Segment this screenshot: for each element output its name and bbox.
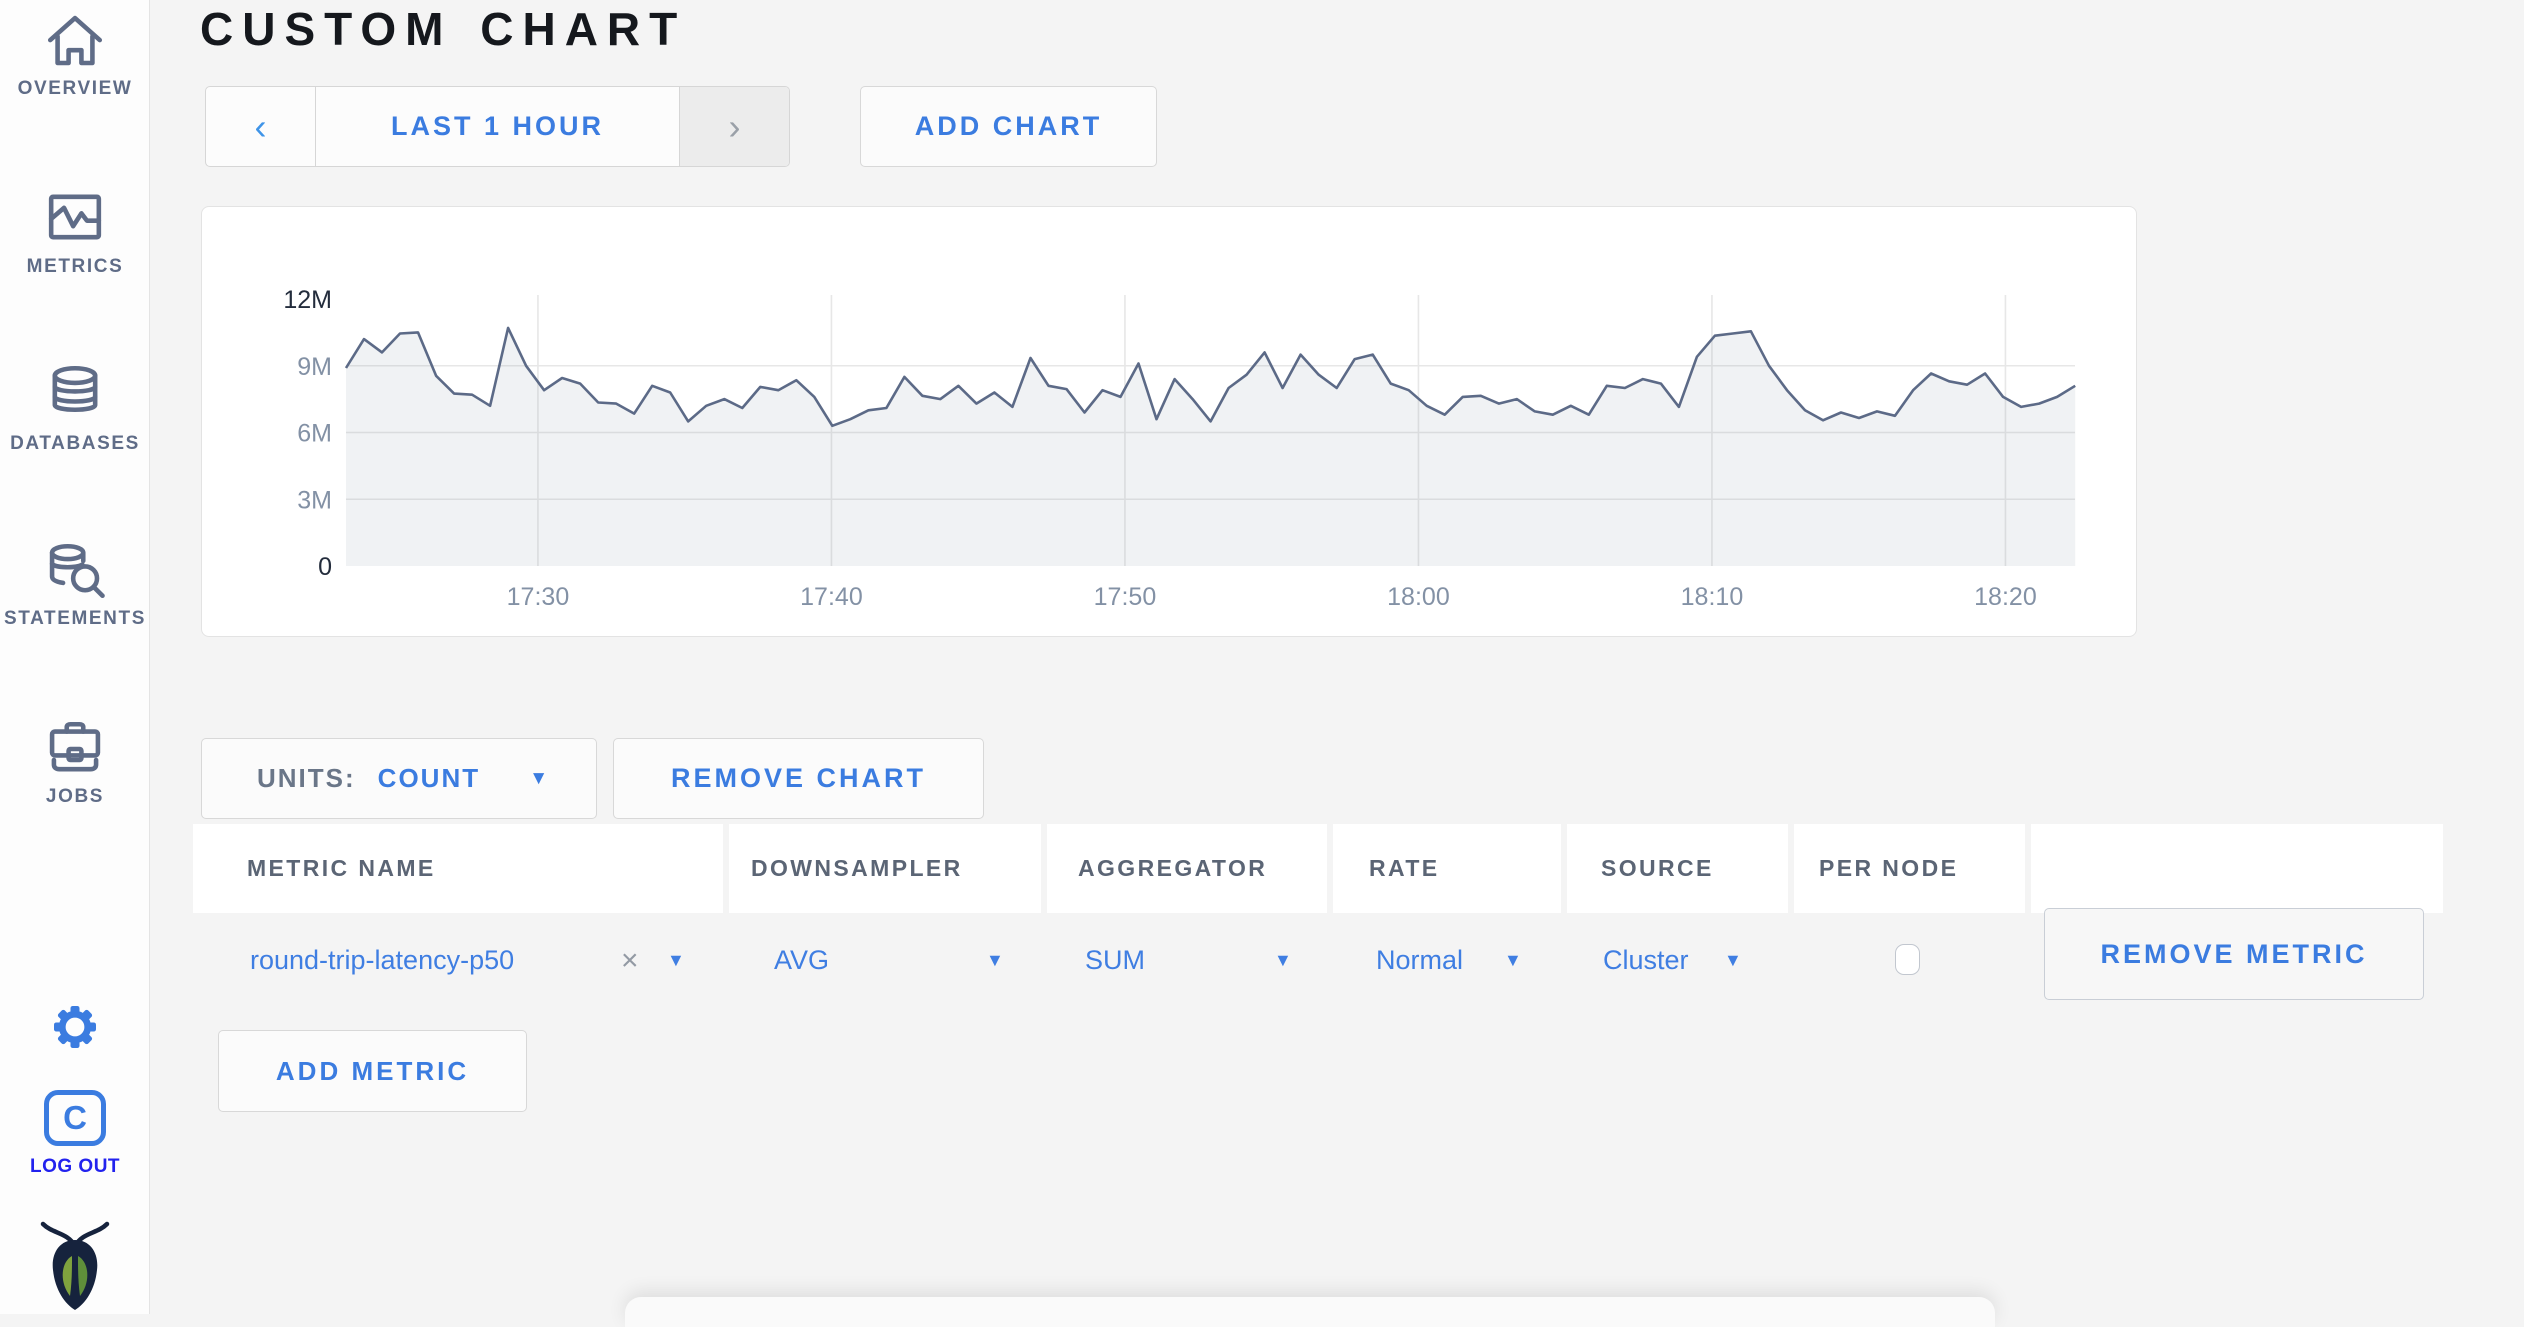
sidebar-label-overview[interactable]: OVERVIEW [0, 78, 150, 100]
logout-button[interactable]: LOG OUT [0, 1156, 150, 1178]
add-metric-button[interactable]: ADD METRIC [218, 1030, 527, 1112]
y-axis-tick-label: 12M [283, 286, 332, 314]
source-caret-icon[interactable]: ▼ [1724, 913, 1742, 1008]
sidebar-item-statements[interactable] [0, 538, 150, 604]
page-title: CUSTOM CHART [200, 3, 687, 55]
remove-metric-button[interactable]: REMOVE METRIC [2044, 908, 2424, 1000]
x-axis-tick-label: 17:40 [800, 583, 863, 611]
per-node-checkbox[interactable] [1895, 944, 1920, 975]
column-header-aggregator: AGGREGATOR [1047, 824, 1327, 913]
column-header-actions [2031, 824, 2443, 913]
custom-chart-canvas[interactable]: 0 3M 6M 9M 12M 17:30 17:40 17:50 18:00 18:10 18:20 [202, 207, 2136, 636]
time-range-dropdown[interactable]: LAST 1 HOUR [316, 87, 679, 166]
sidebar-label-statements[interactable]: STATEMENTS [0, 608, 150, 630]
x-axis-tick-label: 18:20 [1974, 583, 2037, 611]
y-axis-tick-label: 9M [297, 353, 332, 381]
sidebar-item-jobs[interactable] [0, 716, 150, 782]
bottom-sheet-shadow [625, 1297, 1995, 1327]
y-axis-tick-label: 0 [318, 553, 332, 581]
column-header-rate: RATE [1333, 824, 1561, 913]
sidebar: OVERVIEW METRICS DATABASES STATEMENTS JO… [0, 0, 150, 1314]
add-chart-button[interactable]: ADD CHART [860, 86, 1157, 167]
x-axis-tick-label: 18:10 [1681, 583, 1744, 611]
logo-letter: C [63, 1099, 87, 1136]
sidebar-label-jobs[interactable]: JOBS [0, 786, 150, 808]
metric-name-caret-icon[interactable]: ▼ [667, 913, 685, 1008]
metric-name-value[interactable]: round-trip-latency-p50 [250, 913, 514, 1008]
y-axis-tick-label: 3M [297, 486, 332, 514]
time-range-prev-button[interactable]: ‹ [206, 87, 316, 166]
settings-gear-icon[interactable] [48, 1000, 102, 1059]
column-header-metric-name: METRIC NAME [193, 824, 723, 913]
sidebar-label-metrics[interactable]: METRICS [0, 256, 150, 278]
time-range-next-button[interactable]: › [679, 87, 789, 166]
clear-metric-icon[interactable]: × [621, 913, 639, 1008]
metric-table-row: round-trip-latency-p50 × ▼ AVG ▼ SUM ▼ N… [193, 908, 2443, 1023]
logout-c-logo-icon[interactable]: C [44, 1090, 106, 1146]
sidebar-item-metrics[interactable] [0, 184, 150, 250]
column-header-source: SOURCE [1567, 824, 1788, 913]
home-icon [0, 8, 150, 74]
aggregator-caret-icon[interactable]: ▼ [1274, 913, 1292, 1008]
x-axis-tick-label: 17:30 [507, 583, 570, 611]
series-area [346, 327, 2076, 566]
x-axis-tick-label: 17:50 [1094, 583, 1157, 611]
rate-select[interactable]: Normal [1376, 913, 1463, 1008]
database-search-icon [0, 538, 150, 604]
aggregator-select[interactable]: SUM [1085, 913, 1145, 1008]
custom-chart-card: 0 3M 6M 9M 12M 17:30 17:40 17:50 18:00 18:10 18:20 [201, 206, 2137, 637]
sidebar-item-overview[interactable] [0, 8, 150, 74]
column-header-downsampler: DOWNSAMPLER [729, 824, 1041, 913]
time-range-selector: ‹ LAST 1 HOUR › [205, 86, 790, 167]
cockroach-bug-icon [39, 1220, 111, 1317]
remove-chart-button[interactable]: REMOVE CHART [613, 738, 984, 819]
metrics-table-header: METRIC NAME DOWNSAMPLER AGGREGATOR RATE … [193, 824, 2443, 913]
source-select[interactable]: Cluster [1603, 913, 1689, 1008]
downsampler-select[interactable]: AVG [774, 913, 829, 1008]
units-dropdown[interactable]: UNITS: COUNT ▼ [201, 738, 597, 819]
sidebar-item-databases[interactable] [0, 360, 150, 426]
database-icon [0, 360, 150, 426]
x-axis-tick-label: 18:00 [1387, 583, 1450, 611]
sidebar-label-databases[interactable]: DATABASES [0, 433, 150, 455]
briefcase-icon [0, 716, 150, 782]
column-header-per-node: PER NODE [1794, 824, 2025, 913]
units-value: COUNT [377, 763, 481, 793]
chevron-right-icon: › [728, 105, 741, 147]
downsampler-caret-icon[interactable]: ▼ [986, 913, 1004, 1008]
rate-caret-icon[interactable]: ▼ [1504, 913, 1522, 1008]
y-axis-tick-label: 6M [297, 420, 332, 448]
metrics-graph-icon [0, 184, 150, 250]
chevron-left-icon: ‹ [254, 105, 267, 147]
units-label: UNITS: [257, 763, 356, 793]
chevron-down-icon: ▼ [529, 767, 548, 789]
